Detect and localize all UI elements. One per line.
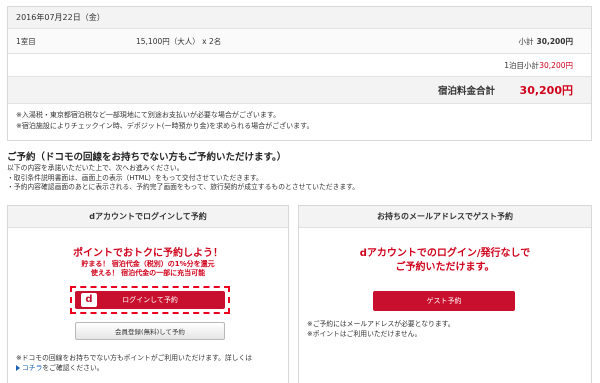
intro-line: ・予約内容確認画面のあとに表示される、予約完了画面をもって、旅行契約が成立するも… [7, 183, 360, 191]
guest-headline-line: dアカウントでのログイン/発行なしで [359, 248, 531, 259]
guest-panel: お持ちのメールアドレスでゲスト予約 dアカウントでのログイン/発行なしで ご予約… [298, 205, 592, 383]
booking-intro: 以下の内容を承諾いただいた上で、次へお進みください。 ・取引条件説明書面は、画面… [7, 164, 359, 193]
points-note: ※ドコモの回線をお持ちでない方もポイントがご利用いただけます。詳しくは コチラを… [16, 353, 286, 373]
points-note-suffix: をご確認ください。 [42, 364, 104, 372]
room-label: 1室目 [16, 36, 36, 46]
login-button-label: ログインして予約 [122, 296, 178, 304]
stay-date: 2016年07月22日（金） [16, 13, 105, 22]
total-value: 30,200円 [519, 84, 573, 97]
intro-line: 以下の内容を承諾いただいた上で、次へお進みください。 [7, 164, 184, 172]
room-subtotal: 小計 30,200円 [519, 36, 573, 47]
guest-booking-button[interactable]: ゲスト予約 [373, 291, 515, 311]
points-note-text: ※ドコモの回線をお持ちでない方もポイントがご利用いただけます。詳しくは [16, 354, 253, 362]
login-panel-title: dアカウントでログインして予約 [8, 206, 288, 228]
summary-note: ※入湯税・東京都宿泊税など一部現地にて別途お支払いが必要な場合がございます。 [16, 111, 281, 119]
total-row: 宿泊料金合計 30,200円 [8, 77, 591, 104]
room-subtotal-label: 小計 [518, 36, 534, 46]
stay-date-row: 2016年07月22日（金） [8, 7, 591, 29]
guest-notes: ※ご予約にはメールアドレスが必要となります。 ※ポイントはご利用いただけません。 [307, 319, 455, 339]
login-highlight: d ログインして予約 [70, 286, 230, 314]
promo-title: ポイントでおトクに予約しよう！ [73, 248, 223, 259]
total-label: 宿泊料金合計 [437, 86, 495, 97]
guest-headline: dアカウントでのログイン/発行なしで ご予約いただけます。 [299, 247, 591, 275]
chevron-right-icon [16, 365, 20, 371]
night-subtotal-value: 30,200円 [539, 60, 573, 70]
promo-line: 使える！ 宿泊代金の一部に充当可能 [90, 269, 206, 277]
summary-notes: ※入湯税・東京都宿泊税など一部現地にて別途お支払いが必要な場合がございます。 ※… [8, 104, 591, 140]
guest-headline-line: ご予約いただけます。 [395, 262, 495, 273]
guest-note: ※ご予約にはメールアドレスが必要となります。 [307, 320, 455, 328]
details-link[interactable]: コチラ [22, 364, 42, 372]
intro-line: ・取引条件説明書面は、画面上の表示（HTML）をもって交付させていただきます。 [7, 173, 263, 182]
room-row: 1室目 15,100円（大人） x 2名 小計 30,200円 [8, 29, 591, 54]
room-detail: 15,100円（大人） x 2名 [136, 36, 222, 46]
night-subtotal-row: 1泊目小計 30,200円 [8, 54, 591, 77]
login-button[interactable]: d ログインして予約 [75, 291, 225, 309]
price-summary: 2016年07月22日（金） 1室目 15,100円（大人） x 2名 小計 30… [7, 6, 592, 141]
night-subtotal-label: 1泊目小計 [504, 60, 539, 70]
login-panel: dアカウントでログインして予約 ポイントでおトクに予約しよう！ 貯まる！ 宿泊代… [7, 205, 289, 383]
guest-note: ※ポイントはご利用いただけません。 [307, 330, 422, 338]
register-button[interactable]: 会員登録(無料)して予約 [75, 322, 225, 340]
summary-note: ※宿泊施設によりチェックイン時、デポジット(一時預かり金)を求められる場合がござ… [16, 122, 314, 130]
promo-line: 貯まる！ 宿泊代金（税別）の1%分を還元 [81, 260, 215, 268]
promo-benefits: 貯まる！ 宿泊代金（税別）の1%分を還元 使える！ 宿泊代金の一部に充当可能 [8, 260, 288, 278]
booking-heading: ご予約（ドコモの回線をお持ちでない方もご予約いただけます。） [7, 152, 287, 163]
room-subtotal-value: 30,200円 [536, 36, 573, 46]
d-account-icon: d [81, 293, 97, 307]
guest-panel-title: お持ちのメールアドレスでゲスト予約 [299, 206, 591, 228]
